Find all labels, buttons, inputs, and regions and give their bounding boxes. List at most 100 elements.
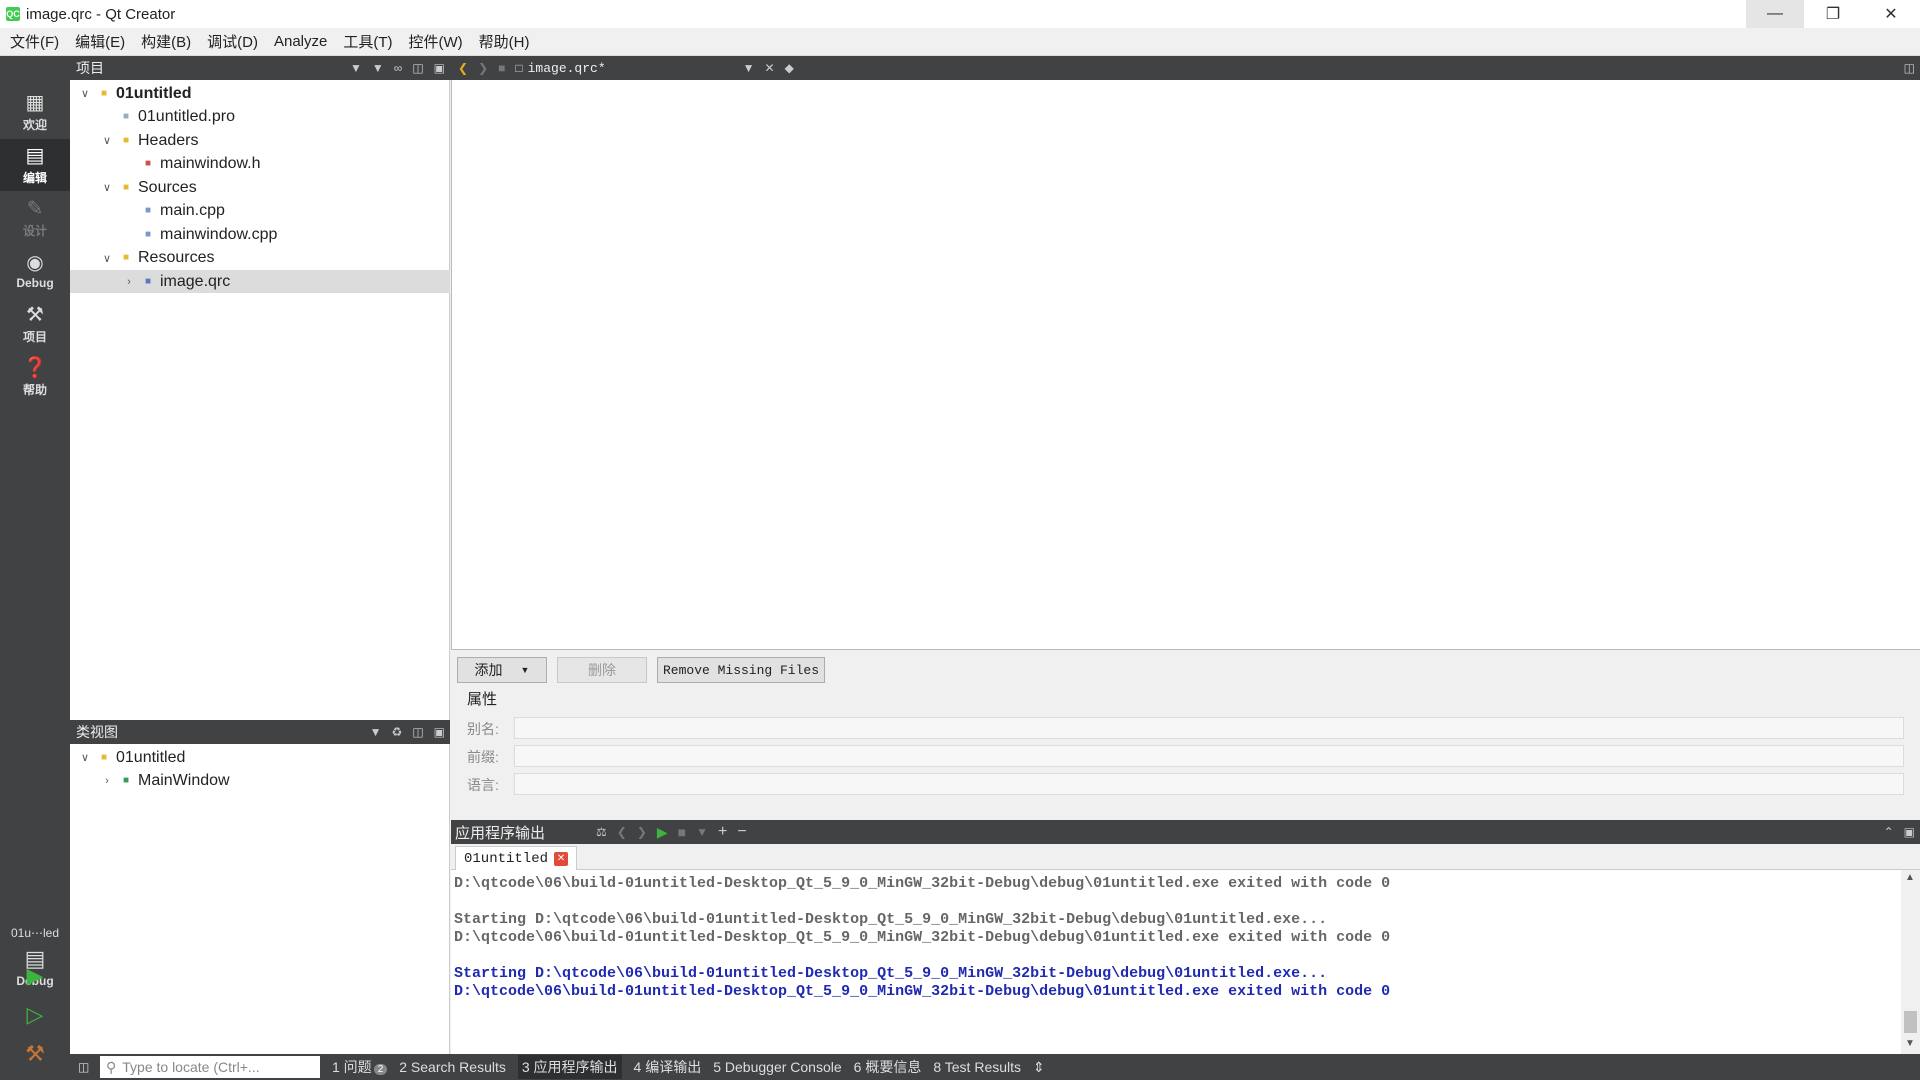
tree-item[interactable]: › ■ image.qrc (70, 270, 450, 293)
wrench-icon: ⚒ (26, 303, 44, 326)
tree-item[interactable]: ∨ ■ 01untitled (70, 82, 450, 105)
output-pane-button[interactable]: 3 应用程序输出 (517, 1055, 622, 1079)
restore-button[interactable]: ❐ (1804, 0, 1862, 28)
forward-arrow-icon[interactable]: ❯ (478, 61, 488, 75)
status-bar: ◫ ⚲ Type to locate (Ctrl+... 1 问题 2 2 Sear… (70, 1054, 1920, 1080)
more-panes-icon[interactable]: ⇕ (1033, 1059, 1045, 1076)
output-pane-button[interactable]: 4 编译输出 (634, 1057, 702, 1077)
scrollbar-thumb[interactable] (1904, 1011, 1917, 1033)
attach-icon[interactable]: ⚖ (596, 825, 607, 839)
tree-item[interactable]: ∨ ■ 01untitled (70, 746, 450, 769)
tree-item[interactable]: › ■ MainWindow (70, 770, 450, 793)
zoom-out-icon[interactable]: − (737, 823, 746, 841)
build-button[interactable]: ⚒ (20, 1039, 50, 1069)
sync-icon[interactable]: ♻ (392, 725, 403, 739)
chevron-down-icon[interactable]: ▼ (743, 61, 755, 75)
output-pane-button[interactable]: 2 Search Results (399, 1059, 506, 1075)
close-tab-icon[interactable]: ✕ (554, 851, 569, 866)
output-scrollbar[interactable]: ▲ ▼ (1901, 870, 1920, 1054)
tree-item[interactable]: ∨ ■ Resources (70, 247, 450, 270)
split-icon[interactable]: ◫ (412, 61, 423, 75)
remove-button[interactable]: 删除 (557, 657, 647, 683)
expand-arrow-icon[interactable]: ∨ (78, 87, 92, 100)
application-output-text[interactable]: D:\qtcode\06\build-01untitled-Desktop_Qt… (451, 870, 1901, 1054)
minimize-button[interactable]: — (1746, 0, 1804, 28)
output-tab-label: 01untitled (464, 850, 549, 867)
remove-missing-files-button[interactable]: Remove Missing Files (657, 657, 825, 683)
tree-item[interactable]: ∨ ■ Sources (70, 176, 450, 199)
language-field[interactable] (514, 773, 1904, 795)
tree-item[interactable]: ∨ ■ Headers (70, 129, 450, 152)
locator-input[interactable]: ⚲ Type to locate (Ctrl+... (100, 1056, 320, 1078)
alias-field[interactable] (514, 717, 1904, 739)
output-pane-button[interactable]: 8 Test Results (933, 1059, 1021, 1075)
close-pane-icon[interactable]: ▣ (434, 725, 445, 739)
collapse-arrow-icon[interactable]: › (122, 276, 136, 288)
pencil-icon: ✎ (26, 197, 44, 220)
run-button[interactable]: ▶ (20, 961, 50, 991)
mode-welcome[interactable]: ▦ 欢迎 (0, 86, 70, 138)
menu-item[interactable]: 工具(T) (335, 31, 400, 52)
open-file-combo[interactable]: image.qrc* (528, 61, 738, 76)
class-view-title[interactable]: 类视图 (70, 722, 118, 742)
menu-item[interactable]: 编辑(E) (67, 31, 133, 52)
menu-item[interactable]: 构建(B) (133, 31, 199, 52)
close-pane-icon[interactable]: ▣ (434, 61, 445, 75)
resource-tree-view[interactable] (451, 80, 1920, 649)
tree-item[interactable]: ■ main.cpp (70, 200, 450, 223)
scroll-up-icon[interactable]: ▲ (1905, 872, 1915, 883)
link-icon[interactable]: ∞ (394, 61, 403, 75)
editor-toolbar: ❮ ❯ ■ □ image.qrc* ▼ ✕ ◆ ◫ (450, 56, 1920, 80)
filter-icon[interactable]: ▼ (372, 61, 384, 75)
debug-run-button[interactable]: ▷ (20, 1000, 50, 1030)
back-arrow-icon[interactable]: ❮ (458, 61, 468, 75)
collapse-arrow-icon[interactable]: › (100, 775, 114, 787)
chevron-down-icon[interactable]: ▼ (370, 725, 382, 739)
rerun-icon[interactable]: ▶ (657, 824, 668, 841)
zoom-in-icon[interactable]: + (718, 823, 727, 841)
output-pane-button[interactable]: 6 概要信息 (854, 1057, 922, 1077)
stop-icon[interactable]: ■ (678, 824, 686, 840)
debug-icon[interactable]: ▼ (696, 825, 708, 839)
mode-projects[interactable]: ⚒ 项目 (0, 298, 70, 350)
menu-item[interactable]: 文件(F) (2, 31, 67, 52)
tree-item[interactable]: ■ 01untitled.pro (70, 106, 450, 129)
kit-project-label: 01u⋯led (10, 926, 60, 940)
file-icon: ■ (144, 158, 152, 169)
prefix-field[interactable] (514, 745, 1904, 767)
menu-item[interactable]: 调试(D) (199, 31, 266, 52)
close-button[interactable]: ✕ (1862, 0, 1920, 28)
chevron-down-icon[interactable]: ▼ (350, 61, 362, 75)
tree-item[interactable]: ■ mainwindow.h (70, 153, 450, 176)
menu-item[interactable]: 帮助(H) (471, 31, 538, 52)
close-pane-icon[interactable]: ▣ (1904, 825, 1915, 839)
output-pane-button[interactable]: 5 Debugger Console (713, 1059, 841, 1075)
menu-item[interactable]: Analyze (266, 33, 335, 50)
mode-help[interactable]: ❓ 帮助 (0, 351, 70, 403)
expand-arrow-icon[interactable]: ∨ (100, 252, 114, 265)
maximize-pane-icon[interactable]: ⌃ (1884, 825, 1894, 839)
scroll-down-icon[interactable]: ▼ (1905, 1038, 1915, 1049)
output-tab[interactable]: 01untitled ✕ (455, 846, 578, 870)
menu-item[interactable]: 控件(W) (401, 31, 471, 52)
expand-arrow-icon[interactable]: ∨ (78, 751, 92, 764)
add-dropdown-button[interactable]: 添加 ▼ (457, 657, 547, 683)
mode-debug[interactable]: ◉ Debug (0, 245, 70, 297)
project-panel-title[interactable]: 项目 (70, 58, 104, 78)
split-icon[interactable]: ◫ (1904, 61, 1915, 75)
tree-item[interactable]: ■ mainwindow.cpp (70, 223, 450, 246)
split-icon[interactable]: ◫ (412, 725, 423, 739)
bookmark-icon[interactable]: ◆ (785, 61, 794, 75)
next-icon[interactable]: ❯ (637, 825, 647, 839)
project-panel-header: 项目 ▼ ▼ ∞ ◫ ▣ (70, 56, 450, 80)
expand-arrow-icon[interactable]: ∨ (100, 134, 114, 147)
mode-edit[interactable]: ▤ 编辑 (0, 139, 70, 191)
mode-design[interactable]: ✎ 设计 (0, 192, 70, 244)
output-pane-button[interactable]: 1 问题 2 (332, 1057, 388, 1077)
expand-arrow-icon[interactable]: ∨ (100, 181, 114, 194)
toggle-sidebar-icon[interactable]: ◫ (78, 1060, 89, 1074)
previous-icon[interactable]: ❮ (617, 825, 627, 839)
title-bar: QC image.qrc - Qt Creator — ❐ ✕ (0, 0, 1920, 28)
file-icon: ■ (122, 181, 130, 193)
close-document-icon[interactable]: ✕ (765, 61, 775, 75)
